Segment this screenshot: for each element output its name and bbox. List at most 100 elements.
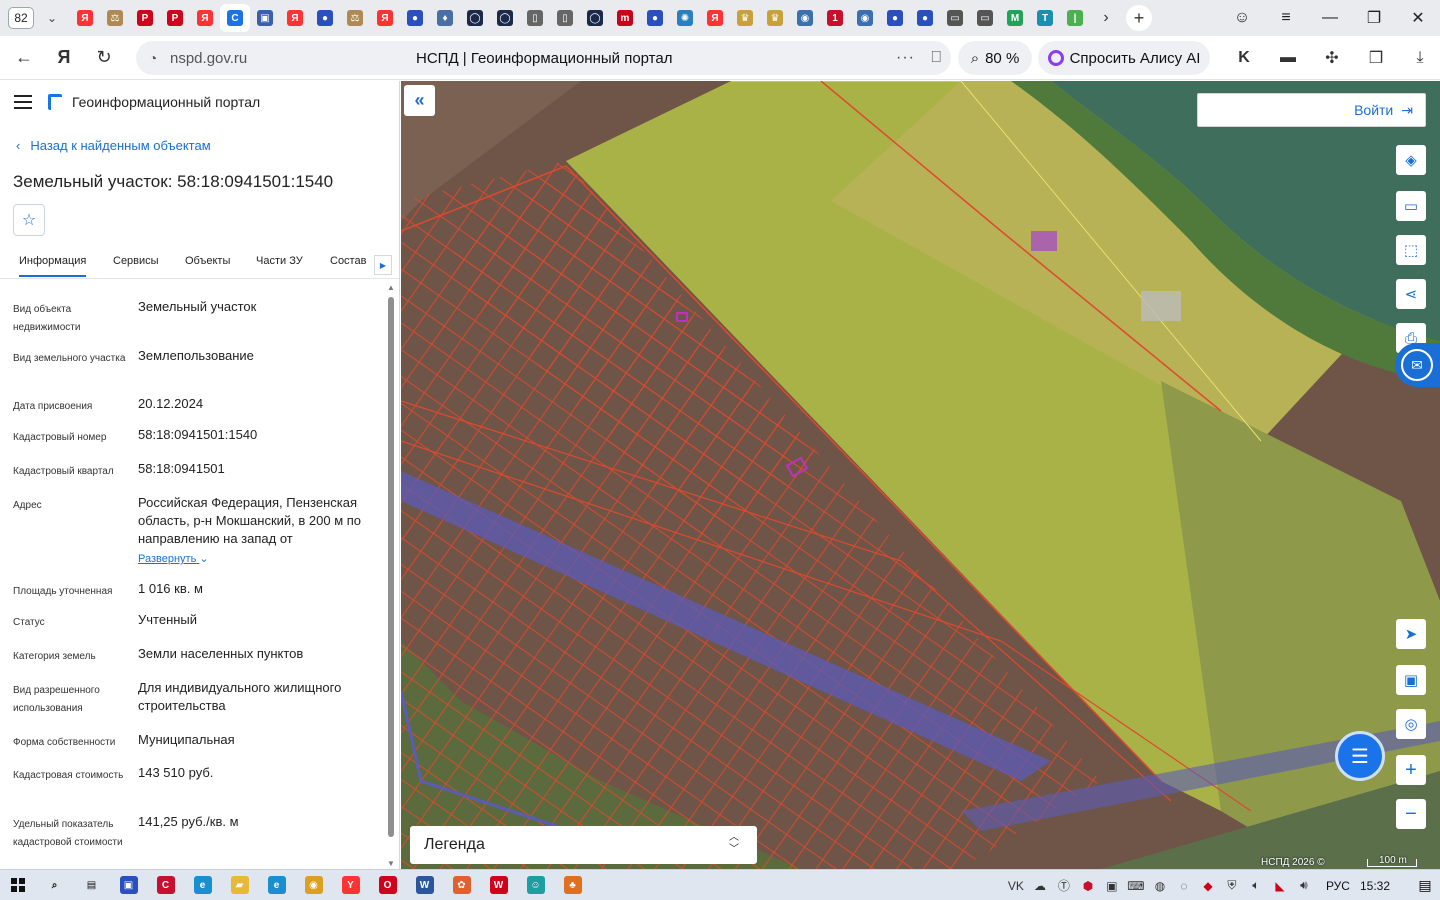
browser-tab[interactable]: P bbox=[160, 4, 190, 32]
browser-tab[interactable]: ▣ bbox=[250, 4, 280, 32]
browser-tab[interactable]: Я bbox=[70, 4, 100, 32]
minimize-button[interactable]: — bbox=[1308, 9, 1352, 27]
collapse-sidebar-button[interactable]: « bbox=[404, 85, 435, 116]
taskbar-app[interactable]: ⌕ bbox=[36, 870, 73, 900]
tab-services[interactable]: Сервисы bbox=[113, 255, 159, 267]
browser-tab[interactable]: ● bbox=[310, 4, 340, 32]
login-button[interactable]: Войти ⇥ bbox=[1197, 93, 1426, 127]
hat-extension-icon[interactable]: ▬ bbox=[1266, 49, 1310, 67]
wps-tray-icon[interactable]: ◣ bbox=[1268, 879, 1292, 893]
clock[interactable]: 15:32 bbox=[1360, 879, 1390, 893]
favorite-star-button[interactable]: ☆ bbox=[13, 204, 45, 236]
tab-information[interactable]: Информация bbox=[19, 255, 87, 277]
browser-tab[interactable]: ⚖ bbox=[340, 4, 370, 32]
taskbar-app[interactable]: W bbox=[406, 870, 443, 900]
puzzle-icon[interactable]: ✣ bbox=[1310, 48, 1354, 68]
browser-tab[interactable]: ◯ bbox=[490, 4, 520, 32]
browser-tab[interactable]: Я bbox=[190, 4, 220, 32]
zoom-out-button[interactable]: − bbox=[1396, 799, 1426, 829]
tk-icon[interactable]: Ⓣ bbox=[1052, 877, 1076, 894]
app-tray-icon[interactable]: ◍ bbox=[1148, 879, 1172, 893]
close-window-button[interactable]: ✕ bbox=[1396, 8, 1440, 28]
browser-tab[interactable]: | bbox=[1060, 4, 1090, 32]
browser-tab[interactable]: Я bbox=[370, 4, 400, 32]
chevron-down-icon[interactable]: ⌄ bbox=[40, 11, 64, 25]
browser-tab[interactable]: Я bbox=[280, 4, 310, 32]
tab-objects[interactable]: Объекты bbox=[185, 255, 230, 267]
browser-tab[interactable]: P bbox=[130, 4, 160, 32]
browser-tab[interactable]: C bbox=[220, 4, 250, 32]
browser-tab[interactable]: ▭ bbox=[940, 4, 970, 32]
tab-count-badge[interactable]: 82 bbox=[8, 7, 34, 29]
notifications-icon[interactable]: ▤ bbox=[1410, 877, 1440, 894]
k-extension-icon[interactable]: K bbox=[1222, 49, 1266, 67]
locate-button[interactable]: ◎ bbox=[1396, 709, 1426, 739]
browser-tab[interactable]: 1 bbox=[820, 4, 850, 32]
vk-icon[interactable]: VK bbox=[1004, 879, 1028, 893]
cloud-icon[interactable]: ☁ bbox=[1028, 879, 1052, 893]
hamburger-menu-icon[interactable] bbox=[14, 95, 32, 109]
geolocation-button[interactable]: ➤ bbox=[1396, 619, 1426, 649]
shield-icon[interactable]: ◔ bbox=[136, 50, 170, 66]
browser-tab[interactable]: ▯ bbox=[550, 4, 580, 32]
browser-menu-icon[interactable]: ≡ bbox=[1264, 9, 1308, 27]
app-tray-icon[interactable]: ◌ bbox=[1172, 879, 1196, 893]
maximize-button[interactable]: ❐ bbox=[1352, 8, 1396, 28]
browser-tab[interactable]: ⚖ bbox=[100, 4, 130, 32]
taskbar-app[interactable]: ▰ bbox=[221, 870, 258, 900]
taskbar-app[interactable]: Y bbox=[332, 870, 369, 900]
browser-tab[interactable]: ● bbox=[880, 4, 910, 32]
taskbar-app[interactable]: W bbox=[480, 870, 517, 900]
browser-tab[interactable]: ▭ bbox=[970, 4, 1000, 32]
browser-tab[interactable]: ♛ bbox=[730, 4, 760, 32]
ruler-button[interactable]: ▭ bbox=[1396, 191, 1426, 221]
language-indicator[interactable]: РУС bbox=[1326, 879, 1350, 893]
zoom-button[interactable]: ⌕ 80 % bbox=[958, 41, 1032, 75]
back-arrow-icon[interactable]: ← bbox=[4, 38, 44, 78]
sidebar-scrollbar[interactable]: ▲ ▼ bbox=[386, 283, 396, 868]
browser-tab[interactable]: ◯ bbox=[580, 4, 610, 32]
browser-tab[interactable]: ♛ bbox=[760, 4, 790, 32]
layers-button[interactable]: ◈ bbox=[1396, 145, 1426, 175]
browser-tab[interactable]: m bbox=[610, 4, 640, 32]
shield-icon[interactable]: ⛨ bbox=[1220, 878, 1244, 893]
reload-icon[interactable]: ↻ bbox=[84, 38, 124, 78]
browser-tab[interactable]: ◯ bbox=[460, 4, 490, 32]
taskbar-app[interactable]: ☺ bbox=[517, 870, 554, 900]
browser-tab[interactable]: ● bbox=[640, 4, 670, 32]
browser-tab[interactable]: ● bbox=[400, 4, 430, 32]
back-to-results-link[interactable]: ‹ Назад к найденным объектам bbox=[16, 138, 211, 153]
collections-icon[interactable]: ❒ bbox=[1354, 48, 1398, 68]
taskbar-app[interactable]: ▣ bbox=[110, 870, 147, 900]
taskbar-app[interactable]: e bbox=[258, 870, 295, 900]
scroll-up-icon[interactable]: ▲ bbox=[387, 283, 395, 292]
share-button[interactable]: ⋖ bbox=[1396, 279, 1426, 309]
chevron-right-icon[interactable]: › bbox=[1096, 9, 1116, 27]
tab-parts[interactable]: Части ЗУ bbox=[256, 255, 303, 267]
taskbar-app[interactable]: e bbox=[184, 870, 221, 900]
download-icon[interactable]: ⤓ bbox=[1398, 49, 1440, 67]
scrollbar-thumb[interactable] bbox=[388, 297, 394, 837]
taskbar-app[interactable]: O bbox=[369, 870, 406, 900]
browser-tab[interactable]: ◉ bbox=[790, 4, 820, 32]
speaker-icon[interactable]: 🔈︎ bbox=[1244, 878, 1268, 893]
antivirus-icon[interactable]: ⬢ bbox=[1076, 879, 1100, 893]
browser-tab[interactable]: ✺ bbox=[670, 4, 700, 32]
yandex-logo-icon[interactable]: Я bbox=[44, 38, 84, 78]
zoom-in-button[interactable]: + bbox=[1396, 755, 1426, 785]
anydesk-icon[interactable]: ◆ bbox=[1196, 879, 1220, 893]
tab-composition[interactable]: Состав bbox=[330, 255, 366, 267]
feedback-side-button[interactable]: ✉ bbox=[1395, 343, 1440, 387]
browser-tab[interactable]: ▯ bbox=[520, 4, 550, 32]
browser-tab[interactable]: ◉ bbox=[850, 4, 880, 32]
new-tab-button[interactable]: + bbox=[1126, 5, 1152, 31]
ask-alice-button[interactable]: Спросить Алису AI bbox=[1038, 41, 1210, 75]
url-text[interactable]: nspd.gov.ru bbox=[170, 50, 247, 67]
legend-panel[interactable]: Легенда ︿ ﹀ bbox=[410, 826, 757, 864]
browser-tab[interactable]: ♦ bbox=[430, 4, 460, 32]
taskbar-app[interactable]: ▤ bbox=[73, 870, 110, 900]
browser-tab[interactable]: T bbox=[1030, 4, 1060, 32]
more-icon[interactable]: ··· bbox=[896, 49, 915, 67]
map-view[interactable]: « Войти ⇥ ◈ ▭ ⬚ ⋖ ⎙ ✉ ➤ ▣ ◎ ☰ + − Легенд… bbox=[401, 81, 1440, 869]
volume-icon[interactable]: 🔊︎ bbox=[1292, 878, 1316, 893]
